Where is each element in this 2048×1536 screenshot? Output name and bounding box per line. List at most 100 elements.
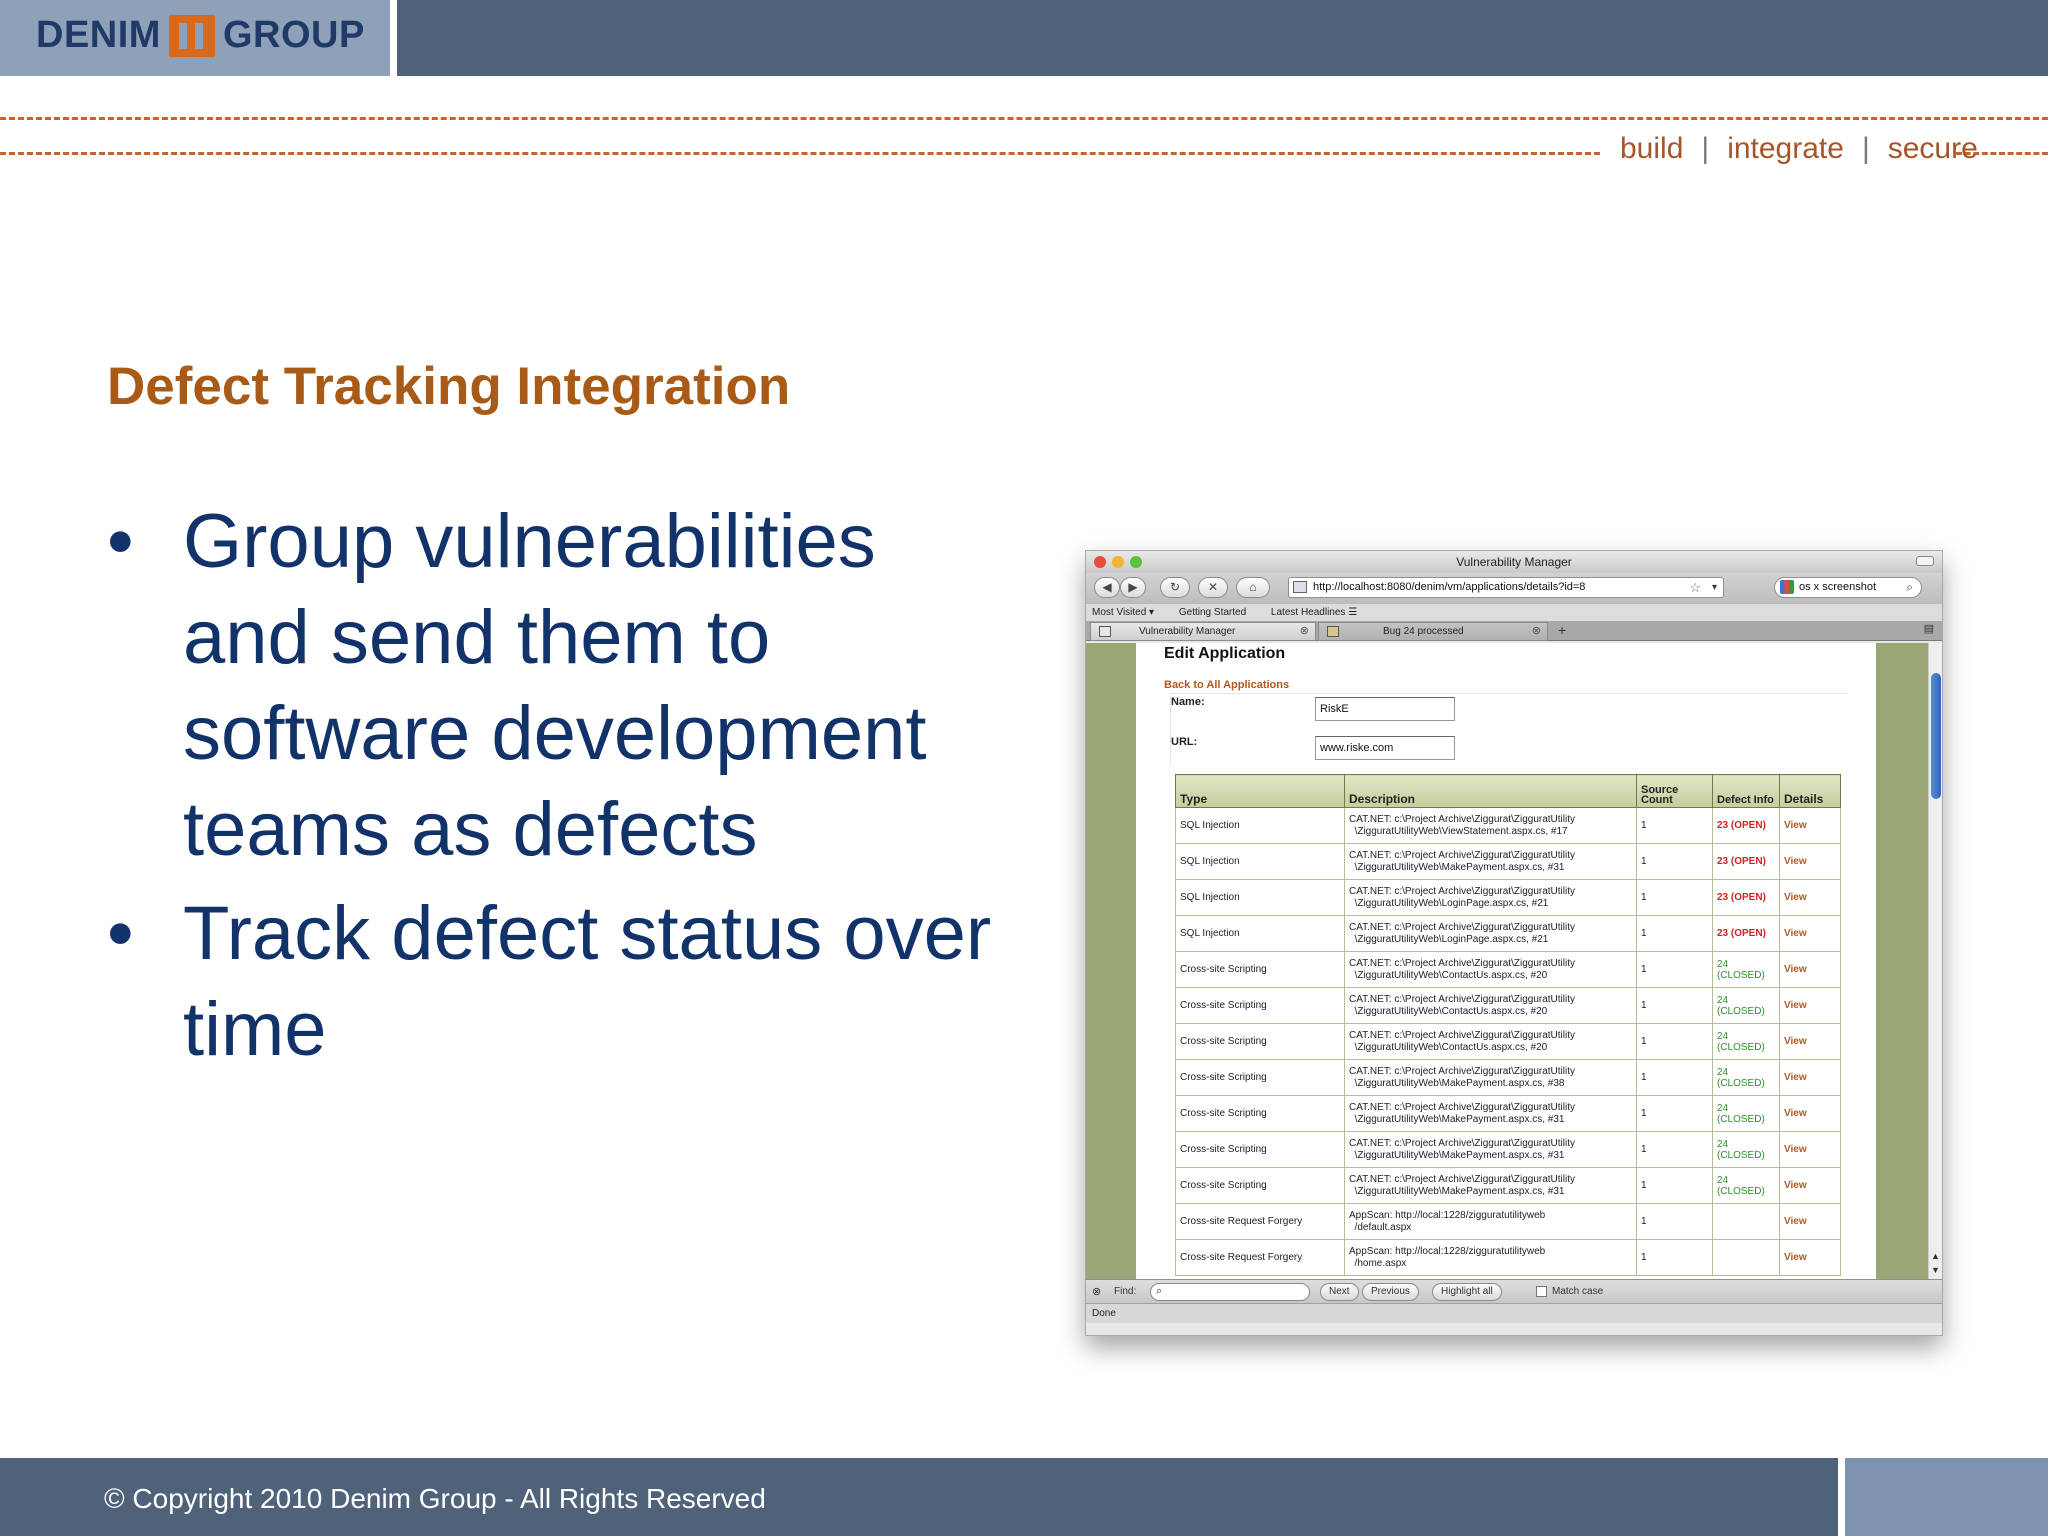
status-bar: Done — [1086, 1303, 1942, 1323]
slide-title: Defect Tracking Integration — [107, 357, 791, 416]
minimize-window-icon[interactable] — [1112, 556, 1124, 568]
cell-description: CAT.NET: c:\Project Archive\Ziggurat\Zig… — [1344, 879, 1637, 916]
col-header-defect-info[interactable]: Defect Info — [1712, 774, 1780, 808]
cell-defect-info: 23 (OPEN) — [1712, 879, 1780, 916]
highlight-all-button[interactable]: Highlight all — [1432, 1283, 1502, 1301]
close-window-icon[interactable] — [1094, 556, 1106, 568]
cell-type-text: SQL Injection — [1180, 820, 1240, 831]
cell-description-text: CAT.NET: c:\Project Archive\Ziggurat\Zig… — [1349, 921, 1575, 945]
cell-defect-info: 23 (OPEN) — [1712, 915, 1780, 952]
tab-bug-24-processed[interactable]: Bug 24 processed ⊗ — [1318, 622, 1548, 641]
col-header-details[interactable]: Details — [1779, 774, 1841, 808]
bullet-dot: • — [107, 891, 134, 976]
cell-description-text: AppScan: http://local:1228/zigguratutili… — [1349, 1245, 1546, 1269]
scroll-up-icon[interactable]: ▲ — [1931, 1251, 1940, 1261]
search-input[interactable]: os x screenshot ⌕ — [1774, 577, 1922, 598]
match-case-checkbox[interactable] — [1536, 1286, 1547, 1297]
bookmark-star-icon[interactable]: ☆ — [1689, 578, 1701, 597]
cell-type: SQL Injection — [1175, 807, 1345, 844]
forward-button[interactable]: ▶ — [1120, 577, 1146, 598]
table-row: Cross-site Scripting CAT.NET: c:\Project … — [1175, 1059, 1841, 1096]
back-button[interactable]: ◀ — [1094, 577, 1120, 598]
view-link[interactable]: View — [1784, 928, 1807, 939]
bookmark-latest-headlines[interactable]: Latest Headlines ☰ — [1271, 607, 1357, 618]
google-search-engine-icon[interactable] — [1780, 580, 1794, 594]
view-link[interactable]: View — [1784, 1252, 1807, 1263]
tab-list-icon[interactable]: ▤ — [1924, 622, 1934, 635]
bullet-item: • Track defect status over time — [107, 886, 1007, 1078]
history-dropdown-icon[interactable]: ▾ — [1712, 578, 1717, 597]
search-value: os x screenshot — [1799, 581, 1877, 593]
stop-button[interactable]: ✕ — [1198, 577, 1228, 598]
table-header-row: Type Description Source Count Defect Inf… — [1175, 774, 1841, 808]
view-link[interactable]: View — [1784, 1216, 1807, 1227]
cell-type-text: Cross-site Scripting — [1180, 1036, 1267, 1047]
vertical-scrollbar[interactable]: ▲ ▼ — [1928, 643, 1942, 1279]
view-link[interactable]: View — [1784, 1180, 1807, 1191]
toolbar-toggle-icon[interactable] — [1916, 556, 1934, 566]
view-link[interactable]: View — [1784, 1036, 1807, 1047]
table-row: Cross-site Request Forgery AppScan: http:… — [1175, 1203, 1841, 1240]
view-link[interactable]: View — [1784, 892, 1807, 903]
home-icon: ⌂ — [1249, 580, 1257, 594]
find-input[interactable]: ⌕ — [1150, 1283, 1310, 1301]
status-text: Done — [1092, 1308, 1116, 1319]
scroll-down-icon[interactable]: ▼ — [1931, 1265, 1940, 1275]
cell-type: SQL Injection — [1175, 915, 1345, 952]
table-row: SQL Injection CAT.NET: c:\Project Archive… — [1175, 843, 1841, 880]
tab-vulnerability-manager[interactable]: Vulnerability Manager ⊗ — [1090, 622, 1316, 641]
scrollbar-thumb[interactable] — [1931, 673, 1941, 799]
reload-button[interactable]: ↻ — [1160, 577, 1190, 598]
view-link[interactable]: View — [1784, 1108, 1807, 1119]
view-link[interactable]: View — [1784, 1000, 1807, 1011]
tab-bar: Vulnerability Manager ⊗ Bug 24 processed… — [1086, 621, 1942, 641]
search-icon[interactable]: ⌕ — [1906, 578, 1913, 597]
zoom-window-icon[interactable] — [1130, 556, 1142, 568]
cell-details: View — [1779, 807, 1841, 844]
cell-source-count: 1 — [1636, 843, 1713, 880]
browser-window: Vulnerability Manager ◀ ▶ ↻ ✕ ⌂ http://l… — [1085, 550, 1943, 1336]
view-link[interactable]: View — [1784, 964, 1807, 975]
cell-type: Cross-site Request Forgery — [1175, 1203, 1345, 1240]
find-previous-button[interactable]: Previous — [1362, 1283, 1419, 1301]
close-find-bar-icon[interactable]: ⊗ — [1092, 1285, 1101, 1298]
cell-type: Cross-site Scripting — [1175, 1023, 1345, 1060]
bullet-text: Group vulnerabilities and send them to s… — [183, 499, 927, 872]
col-header-description[interactable]: Description — [1344, 774, 1637, 808]
find-bar: ⊗ Find: ⌕ Next Previous Highlight all Ma… — [1086, 1279, 1942, 1303]
view-link[interactable]: View — [1784, 856, 1807, 867]
view-link[interactable]: View — [1784, 820, 1807, 831]
bookmark-most-visited[interactable]: Most Visited ▾ — [1092, 607, 1154, 618]
cell-defect-info — [1712, 1203, 1780, 1240]
close-tab-icon[interactable]: ⊗ — [1300, 623, 1309, 640]
cell-details: View — [1779, 879, 1841, 916]
bullet-dot: • — [107, 499, 134, 584]
cell-description: CAT.NET: c:\Project Archive\Ziggurat\Zig… — [1344, 1131, 1637, 1168]
cell-type-text: SQL Injection — [1180, 928, 1240, 939]
view-link[interactable]: View — [1784, 1144, 1807, 1155]
new-tab-icon[interactable]: + — [1558, 622, 1566, 638]
table-row: Cross-site Scripting CAT.NET: c:\Project … — [1175, 1131, 1841, 1168]
find-next-button[interactable]: Next — [1320, 1283, 1359, 1301]
bookmark-getting-started[interactable]: Getting Started — [1179, 607, 1246, 618]
cell-details: View — [1779, 987, 1841, 1024]
home-button[interactable]: ⌂ — [1236, 577, 1270, 598]
cell-description-text: AppScan: http://local:1228/zigguratutili… — [1349, 1209, 1546, 1233]
col-header-type[interactable]: Type — [1175, 774, 1345, 808]
back-to-applications-link[interactable]: Back to All Applications — [1164, 679, 1289, 691]
table-row: Cross-site Scripting CAT.NET: c:\Project … — [1175, 1023, 1841, 1060]
cell-source-count-text: 1 — [1641, 1072, 1647, 1083]
url-field[interactable]: www.riske.com — [1315, 736, 1455, 760]
cell-source-count-text: 1 — [1641, 1180, 1647, 1191]
close-tab-icon[interactable]: ⊗ — [1532, 623, 1541, 640]
view-link[interactable]: View — [1784, 1072, 1807, 1083]
cell-defect-info: 24 (CLOSED) — [1712, 1167, 1780, 1204]
col-header-source-count[interactable]: Source Count — [1636, 774, 1713, 808]
cell-description-text: CAT.NET: c:\Project Archive\Ziggurat\Zig… — [1349, 993, 1575, 1017]
cell-description: CAT.NET: c:\Project Archive\Ziggurat\Zig… — [1344, 1023, 1637, 1060]
application-form: Name: RiskE URL: www.riske.com — [1170, 693, 1846, 765]
table-row: SQL Injection CAT.NET: c:\Project Archive… — [1175, 807, 1841, 844]
address-bar[interactable]: http://localhost:8080/denim/vm/applicati… — [1288, 577, 1724, 598]
cell-source-count-text: 1 — [1641, 1216, 1647, 1227]
name-field[interactable]: RiskE — [1315, 697, 1455, 721]
